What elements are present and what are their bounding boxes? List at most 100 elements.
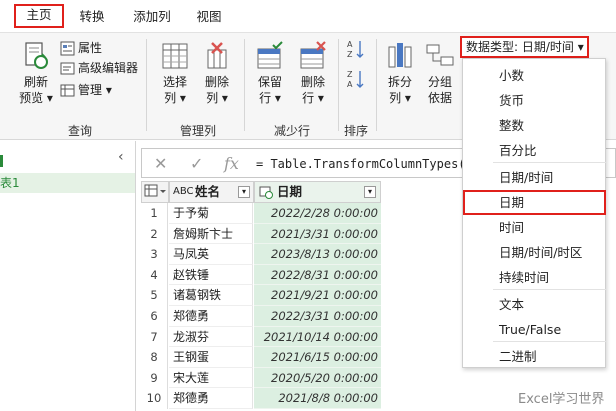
- name-cell[interactable]: 詹姆斯卞士: [169, 223, 253, 245]
- query-item[interactable]: 表1: [0, 173, 135, 193]
- table-menu-icon[interactable]: [141, 181, 169, 203]
- table-row[interactable]: 6 郑德勇 2022/3/31 0:00:00: [141, 306, 381, 327]
- name-cell[interactable]: 宋大莲: [169, 367, 253, 389]
- menu-item[interactable]: 时间: [463, 215, 606, 240]
- menu-item[interactable]: 百分比: [463, 138, 606, 163]
- advanced-editor-label: 高级编辑器: [78, 61, 139, 75]
- row-number: 7: [141, 326, 168, 348]
- ribbon-separator: [244, 39, 245, 131]
- choose-columns-icon: [162, 43, 188, 69]
- properties-button[interactable]: 属性: [60, 40, 102, 56]
- menu-item[interactable]: 整数: [463, 113, 606, 138]
- column-header-name[interactable]: ABC 姓名 ▾: [169, 181, 254, 203]
- name-cell[interactable]: 郑德勇: [169, 388, 253, 409]
- menu-item[interactable]: True/False: [463, 317, 606, 342]
- name-cell[interactable]: 马凤英: [169, 244, 253, 265]
- menu-item[interactable]: 日期: [463, 190, 606, 215]
- group-by-icon: [426, 44, 454, 66]
- menu-item[interactable]: 二进制: [463, 344, 606, 369]
- refresh-label-2: 预览 ▾: [19, 91, 53, 105]
- name-cell[interactable]: 王钢蛋: [169, 347, 253, 368]
- ribbon-separator: [146, 39, 147, 131]
- menu-item[interactable]: 货币: [463, 88, 606, 113]
- date-cell[interactable]: 2022/3/31 0:00:00: [254, 306, 381, 327]
- ribbon-separator: [338, 39, 339, 131]
- remove-columns-button[interactable]: 删除 列 ▾: [197, 41, 237, 106]
- column-filter-icon[interactable]: ▾: [238, 186, 250, 198]
- refresh-label: 刷新: [23, 75, 48, 89]
- date-cell[interactable]: 2023/8/13 0:00:00: [254, 244, 381, 265]
- date-cell[interactable]: 2021/8/8 0:00:00: [254, 388, 381, 409]
- remove-rows-label: 删除: [300, 75, 325, 89]
- date-cell[interactable]: 2021/3/31 0:00:00: [254, 223, 381, 245]
- menu-item[interactable]: 日期/时间: [463, 165, 606, 190]
- name-cell[interactable]: 郑德勇: [169, 306, 253, 327]
- choose-columns-label-2: 列 ▾: [164, 91, 186, 105]
- advanced-editor-button[interactable]: 高级编辑器: [60, 60, 138, 76]
- date-cell[interactable]: 2021/6/15 0:00:00: [254, 347, 381, 368]
- date-cell[interactable]: 2022/2/28 0:00:00: [254, 203, 381, 224]
- table-row[interactable]: 1 于予菊 2022/2/28 0:00:00: [141, 203, 381, 224]
- group-label-sort: 排序: [343, 124, 368, 138]
- tab-home[interactable]: 主页: [14, 4, 64, 28]
- sort-descending-button[interactable]: ZA: [346, 69, 366, 93]
- remove-rows-label-2: 行 ▾: [302, 91, 324, 105]
- row-number: 5: [141, 285, 168, 306]
- confirm-icon[interactable]: ✓: [190, 154, 203, 173]
- column-filter-icon[interactable]: ▾: [364, 186, 376, 198]
- choose-columns-button[interactable]: 选择 列 ▾: [155, 41, 195, 106]
- table-row[interactable]: 10 郑德勇 2021/8/8 0:00:00: [141, 388, 381, 409]
- name-cell[interactable]: 诸葛钢铁: [169, 285, 253, 306]
- keep-rows-icon: [257, 41, 283, 69]
- sort-descending-icon: ZA: [347, 70, 364, 89]
- group-by-button[interactable]: 分组 依据: [422, 41, 458, 106]
- table-row[interactable]: 8 王钢蛋 2021/6/15 0:00:00: [141, 347, 381, 368]
- text-type-icon[interactable]: ABC: [173, 182, 194, 202]
- selection-marker: [0, 155, 3, 167]
- sort-ascending-icon: AZ: [347, 40, 364, 59]
- watermark: Excel学习世界: [518, 392, 605, 407]
- menu-separator: [493, 162, 606, 163]
- table-row[interactable]: 5 诸葛钢铁 2021/9/21 0:00:00: [141, 285, 381, 306]
- sort-ascending-button[interactable]: AZ: [346, 39, 366, 63]
- menu-item[interactable]: 持续时间: [463, 265, 606, 290]
- table-row[interactable]: 2 詹姆斯卞士 2021/3/31 0:00:00: [141, 223, 381, 245]
- tab-transform[interactable]: 转换: [74, 6, 110, 28]
- remove-columns-label-2: 列 ▾: [206, 91, 228, 105]
- collapse-pane-icon[interactable]: ‹: [118, 149, 124, 165]
- refresh-preview-button[interactable]: 刷新 预览 ▾: [14, 41, 58, 106]
- menu-item[interactable]: 文本: [463, 292, 606, 317]
- date-cell[interactable]: 2022/8/31 0:00:00: [254, 264, 381, 286]
- table-row[interactable]: 9 宋大莲 2020/5/20 0:00:00: [141, 367, 381, 389]
- manage-button[interactable]: 管理 ▾: [60, 82, 112, 98]
- split-column-button[interactable]: 拆分 列 ▾: [382, 41, 418, 106]
- refresh-icon: [25, 42, 48, 69]
- remove-rows-button[interactable]: 删除 行 ▾: [293, 41, 333, 106]
- formula-text[interactable]: = Table.TransformColumnTypes(源: [256, 155, 478, 172]
- name-cell[interactable]: 于予菊: [169, 203, 253, 224]
- name-cell[interactable]: 龙淑芬: [169, 326, 253, 348]
- tab-add-column[interactable]: 添加列: [128, 6, 176, 28]
- tab-view[interactable]: 视图: [192, 6, 226, 28]
- menu-item[interactable]: 小数: [463, 63, 606, 88]
- cancel-icon[interactable]: ✕: [154, 154, 167, 173]
- name-cell[interactable]: 赵铁锤: [169, 264, 253, 286]
- manage-icon: [60, 84, 75, 96]
- data-type-dropdown[interactable]: 数据类型: 日期/时间 ▾: [460, 36, 589, 58]
- remove-columns-icon: [207, 42, 227, 69]
- menu-separator: [493, 341, 606, 342]
- column-header-date[interactable]: 日期 ▾: [254, 181, 381, 203]
- date-cell[interactable]: 2020/5/20 0:00:00: [254, 367, 381, 389]
- table-row[interactable]: 7 龙淑芬 2021/10/14 0:00:00: [141, 326, 381, 348]
- table-row[interactable]: 4 赵铁锤 2022/8/31 0:00:00: [141, 264, 381, 286]
- datetime-type-icon[interactable]: [259, 185, 273, 199]
- group-label-query: 查询: [67, 124, 92, 138]
- date-cell[interactable]: 2021/9/21 0:00:00: [254, 285, 381, 306]
- date-cell[interactable]: 2021/10/14 0:00:00: [254, 326, 381, 348]
- keep-rows-button[interactable]: 保留 行 ▾: [250, 41, 290, 106]
- split-column-label: 拆分: [387, 75, 412, 89]
- menu-item[interactable]: 日期/时间/时区: [463, 240, 606, 265]
- table-row[interactable]: 3 马凤英 2023/8/13 0:00:00: [141, 244, 381, 265]
- split-column-icon: [388, 43, 412, 68]
- fx-icon[interactable]: fx: [224, 154, 239, 173]
